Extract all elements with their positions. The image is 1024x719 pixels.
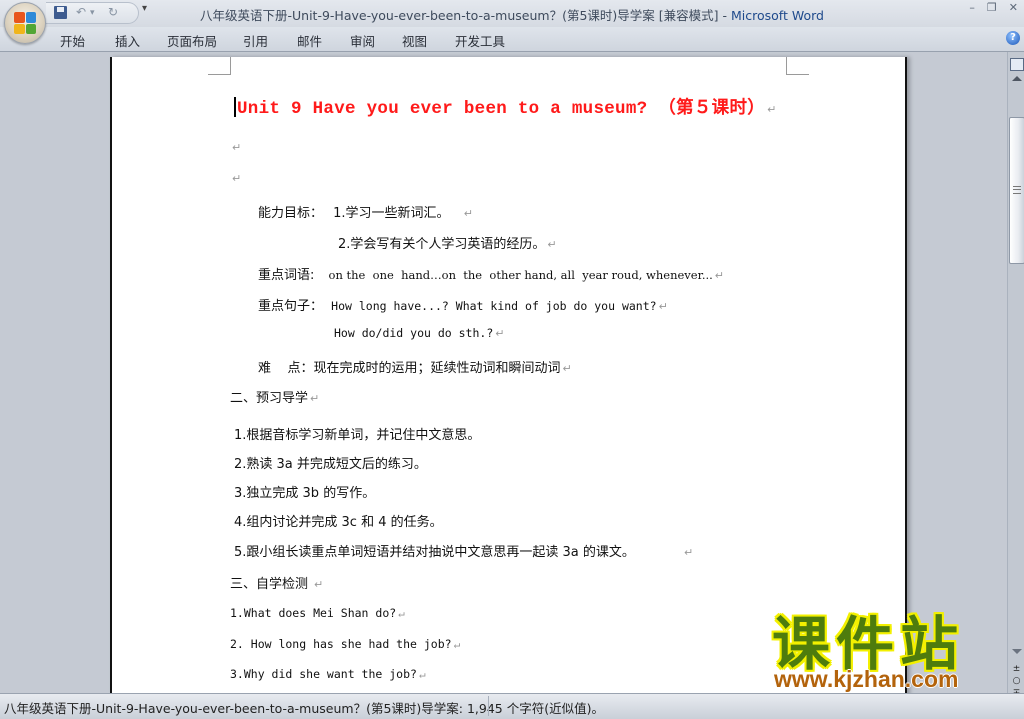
- tab-mailings[interactable]: 邮件: [297, 31, 322, 50]
- app-name: Microsoft Word: [731, 8, 824, 23]
- crop-mark-top-right: [786, 57, 809, 75]
- question-text: 2. How long has she had the job?: [230, 637, 452, 651]
- document-heading: Unit 9 Have you ever been to a museum? （…: [237, 99, 766, 119]
- question-text: 3.Why did she want the job?: [230, 667, 417, 681]
- key-sentence-2: How do/did you do sth.?: [334, 326, 494, 340]
- ability-item-2: 2.学会写有关个人学习英语的经历。: [338, 237, 546, 252]
- view-ruler-icon[interactable]: [1010, 58, 1024, 71]
- scroll-thumb[interactable]: [1009, 117, 1024, 264]
- title-bar: ↶ ▾ ↻ ▾ 八年级英语下册-Unit-9-Have-you-ever-bee…: [0, 0, 1024, 44]
- tab-references[interactable]: 引用: [243, 31, 268, 50]
- key-sentences-label: 重点句子：: [258, 299, 324, 314]
- document-title: 八年级英语下册-Unit-9-Have-you-ever-been-to-a-m…: [200, 8, 719, 23]
- key-words-line: 重点词语: on the one hand…on the other hand,…: [258, 264, 724, 283]
- close-button[interactable]: ✕: [1009, 1, 1018, 14]
- paragraph-mark: ↵: [495, 327, 505, 340]
- key-sentences-line-2: How do/did you do sth.? ↵: [334, 326, 504, 341]
- tab-home[interactable]: 开始: [60, 31, 85, 50]
- ability-item-1: 1.学习一些新词汇。: [333, 206, 450, 221]
- status-text: 八年级英语下册-Unit-9-Have-you-ever-been-to-a-m…: [4, 701, 604, 716]
- title-separator: -: [718, 8, 731, 23]
- office-logo-icon: [14, 12, 36, 34]
- tab-view[interactable]: 视图: [402, 31, 427, 50]
- question-text: 1.What does Mei Shan do?: [230, 606, 397, 620]
- window-title: 八年级英语下册-Unit-9-Have-you-ever-been-to-a-m…: [0, 5, 1024, 24]
- paragraph-mark: ↵: [232, 141, 242, 154]
- paragraph-mark: ↵: [547, 238, 557, 251]
- ability-goal-line: 能力目标： 1.学习一些新词汇。 ↵: [258, 202, 473, 221]
- key-sentences-line: 重点句子： How long have...? What kind of job…: [258, 295, 668, 314]
- section-2-title: 二、预习导学: [230, 391, 309, 406]
- tab-page-layout[interactable]: 页面布局: [167, 31, 217, 50]
- paragraph-mark: ↵: [310, 392, 320, 405]
- vertical-scrollbar[interactable]: ± ○ ∓: [1007, 52, 1024, 698]
- difficulty-line: 难 点：现在完成时的运用；延续性动词和瞬间动词 ↵: [258, 357, 572, 376]
- tab-developer[interactable]: 开发工具: [455, 31, 505, 50]
- paragraph-mark: ↵: [232, 172, 242, 185]
- tab-insert[interactable]: 插入: [115, 31, 140, 50]
- crop-mark-top-left: [208, 57, 231, 75]
- ribbon-tabs: 开始 插入 页面布局 引用 邮件 审阅 视图 开发工具 ?: [0, 27, 1024, 52]
- window-controls: – ❐ ✕: [969, 1, 1018, 14]
- section-2-title-line: 二、预习导学 ↵: [230, 387, 319, 406]
- status-divider: [488, 696, 489, 716]
- question-item: 1.What does Mei Shan do? ↵: [230, 606, 405, 620]
- previous-page-icon[interactable]: ±: [1011, 664, 1022, 674]
- status-bar: 八年级英语下册-Unit-9-Have-you-ever-been-to-a-m…: [0, 693, 1024, 719]
- paragraph-mark: ↵: [658, 300, 668, 313]
- difficulty-label: 难 点：: [258, 361, 314, 376]
- ability-goal-line-2: 2.学会写有关个人学习英语的经历。 ↵: [338, 233, 557, 252]
- document-page[interactable]: Unit 9 Have you ever been to a museum? （…: [110, 57, 907, 697]
- paragraph-mark: ↵: [398, 607, 405, 620]
- text-cursor: [234, 97, 236, 117]
- restore-button[interactable]: ❐: [987, 1, 997, 14]
- question-item: 2. How long has she had the job? ↵: [230, 637, 460, 651]
- paragraph-mark: ↵: [684, 546, 694, 559]
- list-item: 1.根据音标学习新单词，并记住中文意思。: [234, 428, 481, 443]
- paragraph-mark: ↵: [314, 578, 324, 591]
- watermark-url: www.kjzhan.com: [774, 666, 959, 692]
- list-item: 5.跟小组长读重点单词短语并结对抽说中文意思再一起读 3a 的课文。: [234, 545, 635, 560]
- difficulty-text: 现在完成时的运用；延续性动词和瞬间动词: [313, 361, 561, 376]
- section-3-title: 三、自学检测: [230, 577, 309, 592]
- scroll-down-arrow-icon[interactable]: [1012, 649, 1022, 654]
- key-words-label: 重点词语:: [258, 268, 315, 283]
- tab-review[interactable]: 审阅: [350, 31, 375, 50]
- document-area: Unit 9 Have you ever been to a museum? （…: [0, 52, 1007, 697]
- paragraph-mark: ↵: [562, 362, 572, 375]
- watermark-logo: 课件站 www.kjzhan.com: [772, 612, 1004, 692]
- paragraph-mark: ↵: [463, 207, 473, 220]
- list-item: 4.组内讨论并完成 3c 和 4 的任务。: [234, 515, 443, 530]
- list-item: 3.独立完成 3b 的写作。: [234, 486, 376, 501]
- paragraph-mark: ↵: [714, 269, 725, 282]
- question-item: 3.Why did she want the job? ↵: [230, 667, 426, 681]
- scroll-up-arrow-icon[interactable]: [1012, 76, 1022, 81]
- paragraph-mark: ↵: [767, 103, 777, 116]
- minimize-button[interactable]: –: [969, 1, 975, 14]
- heading-line: Unit 9 Have you ever been to a museum? （…: [234, 94, 776, 119]
- office-button[interactable]: [4, 2, 46, 44]
- section-3-title-line: 三、自学检测 ↵: [230, 573, 323, 592]
- help-icon[interactable]: ?: [1006, 31, 1020, 45]
- paragraph-mark: ↵: [453, 638, 461, 651]
- ability-label: 能力目标：: [258, 206, 324, 221]
- select-browse-object-icon[interactable]: ○: [1011, 676, 1022, 686]
- list-item: 2.熟读 3a 并完成短文后的练习。: [234, 457, 427, 472]
- grip-icon: [1013, 186, 1021, 194]
- key-sentence-1: How long have...? What kind of job do yo…: [331, 299, 657, 313]
- key-words: on the one hand…on the other hand, all y…: [328, 268, 713, 282]
- paragraph-mark: ↵: [418, 668, 426, 681]
